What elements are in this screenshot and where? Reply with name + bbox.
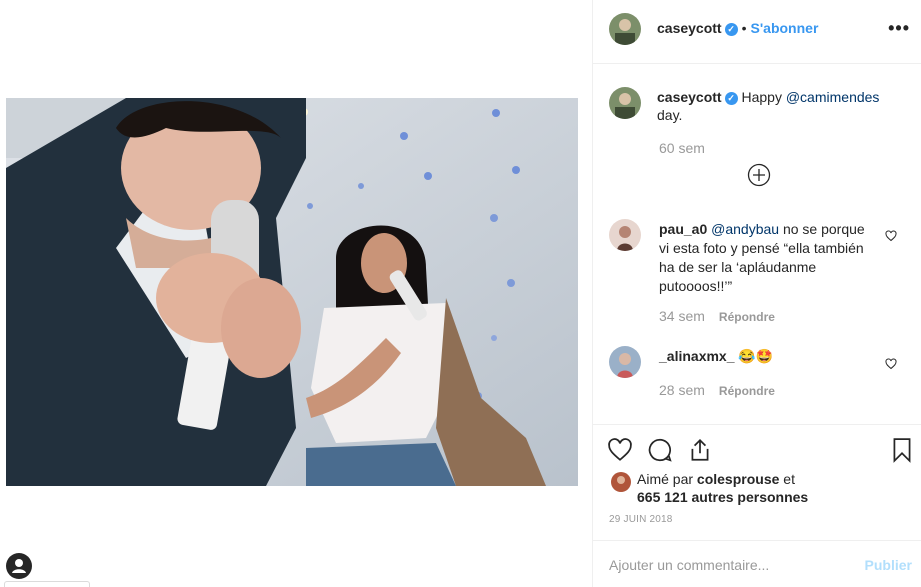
more-options-icon[interactable]: ••• bbox=[888, 18, 910, 39]
caption-mention-link[interactable]: @camimendes bbox=[786, 89, 880, 105]
comment-line: putoooos!!’” bbox=[659, 278, 733, 294]
caption-author-avatar[interactable] bbox=[609, 87, 641, 119]
share-icon[interactable] bbox=[687, 437, 713, 463]
post-date[interactable]: 29 JUIN 2018 bbox=[609, 514, 673, 525]
caption-username[interactable]: caseycott bbox=[657, 89, 722, 105]
follow-button[interactable]: S'abonner bbox=[751, 20, 819, 36]
verified-badge-icon: ✓ bbox=[724, 91, 738, 105]
comment-emoji: 😂🤩 bbox=[738, 348, 774, 364]
comment-line: ha de ser la ‘apláudanme bbox=[659, 259, 817, 275]
comment-username[interactable]: _alinaxmx_ bbox=[659, 348, 735, 364]
liker-avatar[interactable] bbox=[611, 472, 631, 492]
comment-username[interactable]: pau_a0 bbox=[659, 221, 707, 237]
author-username[interactable]: caseycott bbox=[657, 20, 722, 36]
reply-button[interactable]: Répondre bbox=[719, 384, 775, 398]
commenter-avatar[interactable] bbox=[609, 346, 641, 378]
comment-text: _alinaxmx_ 😂🤩 bbox=[659, 347, 874, 365]
comment-like-heart-icon[interactable] bbox=[885, 357, 897, 370]
plus-circle-icon[interactable] bbox=[747, 163, 771, 187]
caption: caseycott ✓ Happy @camimendes day. bbox=[657, 88, 897, 124]
post-header: caseycott ✓ • S'abonner ••• bbox=[593, 0, 921, 64]
profile-icon[interactable] bbox=[6, 553, 32, 579]
comment-timestamp[interactable]: 28 sem bbox=[659, 382, 705, 398]
caption-text-rest: day. bbox=[657, 107, 683, 123]
comment-mention-link[interactable]: @andybau bbox=[711, 221, 779, 237]
karaoke-photo-image bbox=[6, 98, 578, 486]
liker-username[interactable]: colesprouse bbox=[697, 471, 779, 487]
separator-dot: • bbox=[741, 20, 747, 36]
comment-meta: 28 sem Répondre bbox=[659, 382, 775, 398]
side-panel-tab bbox=[4, 581, 90, 587]
caption-timestamp[interactable]: 60 sem bbox=[659, 140, 705, 156]
post-photo[interactable] bbox=[6, 98, 578, 486]
comment-like-heart-icon[interactable] bbox=[885, 229, 897, 242]
likes-joiner: et bbox=[783, 471, 795, 487]
reply-button[interactable]: Répondre bbox=[719, 310, 775, 324]
heart-icon[interactable] bbox=[607, 437, 633, 463]
comment-input[interactable]: Ajouter un commentaire... bbox=[609, 557, 769, 573]
comment-text: pau_a0 @andybau no se porque vi esta fot… bbox=[659, 220, 874, 296]
author-avatar[interactable] bbox=[609, 13, 641, 45]
comment-line: no se porque bbox=[782, 221, 865, 237]
verified-badge-icon: ✓ bbox=[724, 22, 738, 36]
commenter-avatar[interactable] bbox=[609, 219, 641, 251]
likes-prefix: Aimé par bbox=[637, 471, 694, 487]
comment-timestamp[interactable]: 34 sem bbox=[659, 308, 705, 324]
comment-meta: 34 sem Répondre bbox=[659, 308, 775, 324]
comment-bar: Ajouter un commentaire... Publier bbox=[593, 540, 921, 587]
comment-line: vi esta foto y pensé “ella también bbox=[659, 240, 864, 256]
likes-summary: Aimé par colesprouse et 665 121 autres p… bbox=[637, 470, 921, 506]
comment-icon[interactable] bbox=[647, 437, 673, 463]
post-side-panel: caseycott ✓ • S'abonner ••• caseycott ✓ Happ… bbox=[592, 0, 921, 587]
publish-button[interactable]: Publier bbox=[865, 557, 912, 573]
likes-count-link[interactable]: 665 121 autres personnes bbox=[637, 489, 808, 505]
bookmark-icon[interactable] bbox=[889, 437, 915, 463]
caption-text: Happy bbox=[741, 89, 782, 105]
